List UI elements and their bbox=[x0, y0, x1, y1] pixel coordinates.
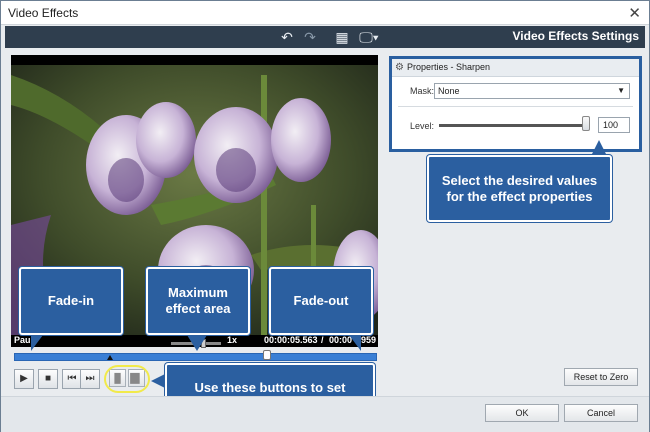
timeline-handle[interactable] bbox=[263, 350, 271, 360]
stop-button[interactable]: ■ bbox=[38, 369, 58, 389]
callout-fade-in: Fade-in bbox=[19, 267, 123, 335]
fade-buttons-highlight bbox=[104, 365, 150, 393]
close-icon[interactable]: ✕ bbox=[628, 4, 641, 22]
redo-icon[interactable]: ↷ bbox=[301, 28, 319, 46]
previous-frame-icon: ⏮ bbox=[67, 373, 77, 384]
stop-icon: ■ bbox=[44, 373, 52, 384]
fade-in-marker[interactable] bbox=[107, 355, 113, 360]
cancel-button[interactable]: Cancel bbox=[564, 404, 638, 422]
speed-label: 1x bbox=[227, 335, 238, 345]
ok-button[interactable]: OK bbox=[485, 404, 559, 422]
next-frame-button[interactable]: ⏭ bbox=[80, 369, 100, 389]
properties-panel: ⚙ Properties - Sharpen Mask: None ▼ Leve… bbox=[389, 56, 642, 152]
callout-pointer bbox=[591, 140, 607, 156]
current-time: 00:00:05.563 bbox=[264, 335, 318, 345]
callout-max-area: Maximum effect area bbox=[146, 267, 250, 335]
callout-fade-out: Fade-out bbox=[269, 267, 373, 335]
video-effects-window: Video Effects ✕ ↶ ↷ ▦ 🖵▾ Video Effects S… bbox=[0, 0, 650, 432]
title-bar: Video Effects ✕ bbox=[1, 1, 649, 25]
previous-frame-button[interactable]: ⏮ bbox=[62, 369, 82, 389]
divider bbox=[398, 106, 633, 107]
properties-title: Properties - Sharpen bbox=[407, 62, 491, 72]
chevron-down-icon: ▼ bbox=[617, 86, 625, 95]
level-slider[interactable] bbox=[439, 124, 589, 127]
play-icon: ▶ bbox=[20, 373, 28, 384]
callout-effect-properties: Select the desired values for the effect… bbox=[427, 155, 612, 222]
next-frame-icon: ⏭ bbox=[85, 373, 95, 384]
callout-pointer bbox=[349, 335, 361, 351]
mask-label: Mask: bbox=[410, 86, 435, 96]
reset-to-zero-button[interactable]: Reset to Zero bbox=[564, 368, 638, 386]
toolbar: ↶ ↷ ▦ 🖵▾ Video Effects Settings bbox=[5, 26, 645, 48]
undo-icon[interactable]: ↶ bbox=[278, 28, 296, 46]
monitor-icon[interactable]: 🖵▾ bbox=[356, 28, 382, 46]
playback-status: Pau bbox=[14, 335, 31, 345]
mask-value: None bbox=[438, 86, 460, 96]
effect-timeline[interactable] bbox=[14, 350, 377, 361]
callout-pointer bbox=[187, 335, 207, 351]
level-input[interactable]: 100 bbox=[598, 117, 630, 133]
time-separator: / bbox=[321, 335, 324, 345]
gear-icon: ⚙ bbox=[395, 62, 404, 73]
level-label: Level: bbox=[410, 121, 435, 131]
properties-header: ⚙ Properties - Sharpen bbox=[392, 59, 639, 77]
level-slider-thumb[interactable] bbox=[582, 116, 590, 131]
toolbar-heading: Video Effects Settings bbox=[512, 29, 639, 43]
mask-select[interactable]: None ▼ bbox=[434, 83, 630, 99]
dialog-footer: OK Cancel bbox=[1, 396, 649, 432]
callout-pointer bbox=[31, 335, 43, 351]
grid-icon[interactable]: ▦ bbox=[333, 28, 351, 46]
window-title: Video Effects bbox=[8, 6, 79, 20]
total-time-tail: 959 bbox=[361, 335, 377, 345]
play-button[interactable]: ▶ bbox=[14, 369, 34, 389]
